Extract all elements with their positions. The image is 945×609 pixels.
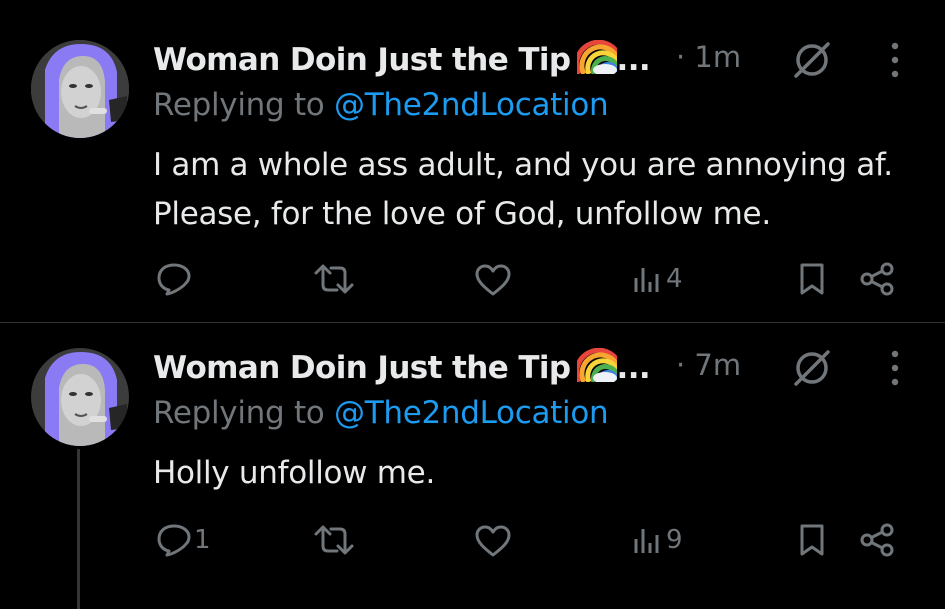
tweet-text: I am a whole ass adult, and you are anno… (153, 147, 893, 232)
thread-connector-line (77, 449, 80, 609)
repost-button[interactable] (313, 263, 355, 295)
more-options-icon[interactable] (887, 348, 903, 388)
avatar[interactable] (31, 40, 129, 138)
reply-button[interactable]: 1 (156, 523, 211, 557)
tweet-text: Holly unfollow me. (153, 455, 436, 491)
name-truncation: ... (616, 350, 651, 386)
share-button[interactable] (859, 523, 895, 557)
repost-icon (313, 524, 355, 556)
replying-to-label: Replying to (153, 87, 335, 123)
reply-count: 1 (194, 525, 211, 555)
view-count: 4 (666, 264, 683, 294)
replying-to-label: Replying to (153, 395, 335, 431)
tweet[interactable]: Woman Doin Just the Tip ... · 1m Replyin… (0, 0, 945, 322)
rainbow-emoji (573, 347, 619, 390)
name-truncation: ... (616, 42, 651, 78)
share-icon (859, 523, 895, 557)
rainbow-emoji (573, 39, 619, 82)
tweet[interactable]: Woman Doin Just the Tip ... · 7m Replyin… (0, 323, 945, 609)
timestamp[interactable]: · 7m (676, 348, 741, 382)
like-button[interactable] (474, 524, 512, 558)
bookmark-button[interactable] (798, 523, 826, 557)
author-name-text: Woman Doin Just the Tip (153, 42, 571, 78)
analytics-icon (632, 525, 664, 555)
reply-icon (156, 262, 192, 296)
bookmark-icon (798, 523, 826, 557)
author-name-text: Woman Doin Just the Tip (153, 350, 571, 386)
repost-icon (313, 263, 355, 295)
replying-to-handle[interactable]: @The2ndLocation (334, 87, 609, 123)
reply-button[interactable] (156, 262, 194, 296)
heart-icon (474, 263, 512, 297)
heart-icon (474, 524, 512, 558)
grok-icon[interactable] (790, 346, 834, 390)
view-count: 9 (666, 525, 683, 555)
avatar[interactable] (31, 348, 129, 446)
replying-to-handle[interactable]: @The2ndLocation (334, 395, 609, 431)
repost-button[interactable] (313, 524, 355, 556)
author-name[interactable]: Woman Doin Just the Tip ... (153, 39, 651, 82)
more-options-icon[interactable] (887, 40, 903, 80)
grok-icon[interactable] (790, 38, 834, 82)
views-button[interactable]: 4 (632, 264, 683, 294)
share-icon (859, 262, 895, 296)
analytics-icon (632, 264, 664, 294)
share-button[interactable] (859, 262, 895, 296)
author-name[interactable]: Woman Doin Just the Tip ... (153, 347, 651, 390)
bookmark-button[interactable] (798, 262, 826, 296)
like-button[interactable] (474, 263, 512, 297)
views-button[interactable]: 9 (632, 525, 683, 555)
reply-icon (156, 523, 192, 557)
timestamp[interactable]: · 1m (676, 40, 741, 74)
replying-to: Replying to @The2ndLocation (153, 87, 609, 123)
replying-to: Replying to @The2ndLocation (153, 395, 609, 431)
bookmark-icon (798, 262, 826, 296)
